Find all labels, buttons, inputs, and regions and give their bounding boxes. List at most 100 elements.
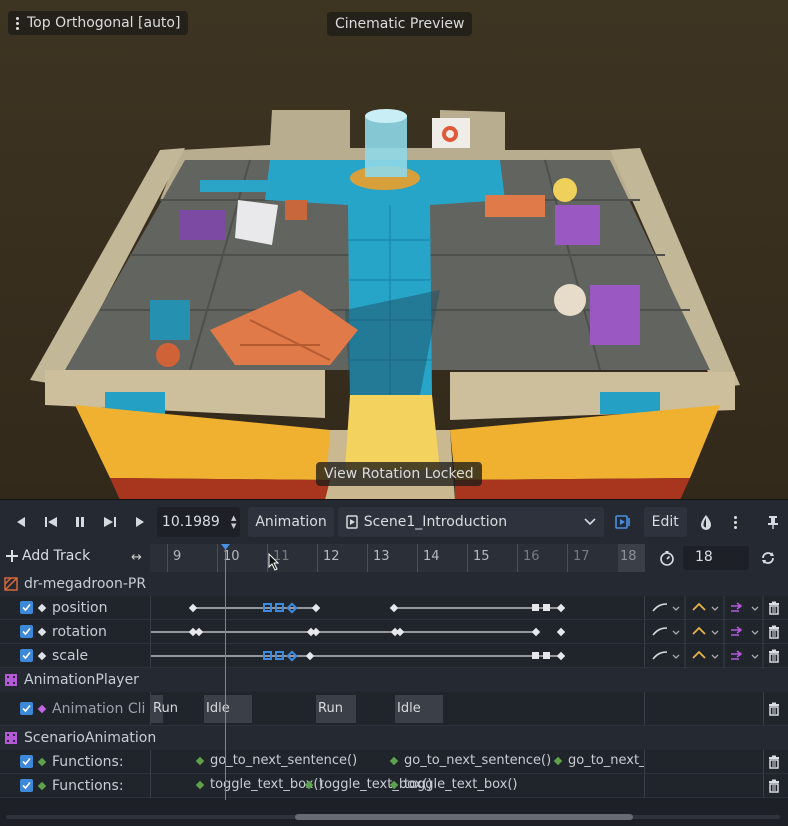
clip-label: Run <box>153 701 178 716</box>
animation-select[interactable]: Scene1_Introduction <box>337 507 604 537</box>
group-node-name: ScenarioAnimation <box>24 730 157 746</box>
track-row-scale[interactable]: scale <box>0 644 788 668</box>
clip-label: Idle <box>397 701 421 716</box>
ruler-tick: 16 <box>517 544 540 572</box>
animation-track-icon <box>37 704 47 713</box>
playhead-line[interactable] <box>225 544 226 800</box>
time-value: 10.1989 <box>161 514 220 530</box>
track-name: Functions: <box>52 753 124 770</box>
more-icon[interactable] <box>721 507 751 537</box>
method-keyframe[interactable]: go_to_next_sentence() <box>389 753 551 768</box>
delete-icon[interactable] <box>767 702 781 716</box>
track-group-node[interactable]: dr-megadroon-PR <box>0 572 788 596</box>
property-track-icon <box>37 627 47 636</box>
animation-menu-button[interactable]: Animation <box>248 507 334 537</box>
track-group-node[interactable]: ScenarioAnimation <box>0 726 788 750</box>
track-enabled-checkbox[interactable] <box>20 779 33 792</box>
add-track-button[interactable]: Add Track <box>6 548 90 564</box>
group-node-name: AnimationPlayer <box>24 672 139 688</box>
pause-icon[interactable] <box>66 507 96 537</box>
track-enabled-checkbox[interactable] <box>20 625 33 638</box>
next-keyframe-icon[interactable] <box>95 507 125 537</box>
method-keyframe[interactable]: go_to_next_sentence() <box>195 753 357 768</box>
track-enabled-checkbox[interactable] <box>20 702 33 715</box>
autoplay-icon[interactable] <box>608 507 638 537</box>
onion-skin-icon[interactable] <box>691 507 721 537</box>
property-track-icon <box>37 651 47 660</box>
track-enabled-checkbox[interactable] <box>20 755 33 768</box>
animation-clip[interactable]: Idle <box>395 695 443 723</box>
track-controls <box>645 596 788 620</box>
loop-wrap-button[interactable] <box>727 644 761 668</box>
method-keyframe[interactable]: go_to_next_ <box>553 753 644 768</box>
track-controls <box>645 692 788 725</box>
prev-keyframe-icon[interactable] <box>36 507 66 537</box>
animation-name: Scene1_Introduction <box>363 514 508 530</box>
view-rotation-locked-label: View Rotation Locked <box>316 462 482 486</box>
mouse-cursor-icon <box>268 553 280 571</box>
edit-menu-button[interactable]: Edit <box>643 507 687 537</box>
ruler-tick: 10 <box>217 544 240 572</box>
track-enabled-checkbox[interactable] <box>20 649 33 662</box>
method-keyframe[interactable]: toggle_text_box() <box>389 777 517 792</box>
ruler-tick: 13 <box>367 544 390 572</box>
delete-icon[interactable] <box>767 779 781 793</box>
ruler-tick: 18 <box>620 549 637 564</box>
loop-wrap-button[interactable] <box>727 620 761 644</box>
track-list: dr-megadroon-PR position rotation scale … <box>0 572 788 800</box>
node-icon <box>4 577 18 591</box>
view-menu-button[interactable]: Top Orthogonal [auto] <box>8 11 189 35</box>
play-icon[interactable] <box>125 507 155 537</box>
update-mode-button[interactable] <box>688 620 722 644</box>
pin-icon[interactable] <box>758 507 788 537</box>
update-mode-button[interactable] <box>688 596 722 620</box>
cinematic-preview-label: Cinematic Preview <box>327 12 473 36</box>
3d-viewport[interactable]: Top Orthogonal [auto] Cinematic Preview … <box>0 0 788 500</box>
more-icon <box>16 16 19 30</box>
animation-player-icon <box>5 732 17 744</box>
add-track-label: Add Track <box>22 548 91 564</box>
delete-icon[interactable] <box>767 601 781 615</box>
time-spinbox[interactable]: 10.1989 ▲ ▼ <box>156 507 241 537</box>
track-row-animation-clips[interactable]: Animation Cli Run Idle Run Idle <box>0 692 788 726</box>
track-controls <box>645 750 788 773</box>
track-controls <box>645 774 788 797</box>
animation-clip[interactable]: Idle <box>204 695 252 723</box>
loop-icon[interactable] <box>760 550 776 566</box>
expand-horizontal-icon[interactable]: ↔ <box>131 550 142 565</box>
clip-label: Idle <box>206 701 230 716</box>
method-track-icon <box>37 757 47 766</box>
track-group-node[interactable]: AnimationPlayer <box>0 668 788 692</box>
method-track-icon <box>37 781 47 790</box>
delete-icon[interactable] <box>767 625 781 639</box>
track-enabled-checkbox[interactable] <box>20 601 33 614</box>
animation-length-field[interactable]: 18 <box>683 546 749 570</box>
animation-clip[interactable]: Run <box>151 695 178 723</box>
track-row-functions-2[interactable]: Functions: toggle_text_box() toggle_text… <box>0 774 788 798</box>
track-row-rotation[interactable]: rotation <box>0 620 788 644</box>
interpolation-mode-button[interactable] <box>649 596 683 620</box>
timeline-scrollbar[interactable] <box>0 800 788 826</box>
track-row-functions-1[interactable]: Functions: go_to_next_sentence() go_to_n… <box>0 750 788 774</box>
chevron-down-icon <box>584 518 596 526</box>
animation-clip[interactable]: Run <box>316 695 356 723</box>
spin-arrows-icon[interactable]: ▲ ▼ <box>231 514 236 530</box>
stopwatch-icon[interactable] <box>659 550 675 566</box>
interpolation-mode-button[interactable] <box>649 644 683 668</box>
animation-resource-icon <box>345 515 358 529</box>
ruler-tick: 15 <box>467 544 490 572</box>
update-mode-button[interactable] <box>688 644 722 668</box>
delete-icon[interactable] <box>767 649 781 663</box>
group-node-name: dr-megadroon-PR <box>24 576 147 592</box>
loop-wrap-button[interactable] <box>727 596 761 620</box>
track-name: Functions: <box>52 777 124 794</box>
track-name: position <box>52 599 108 616</box>
play-backwards-icon[interactable] <box>6 507 36 537</box>
track-row-position[interactable]: position <box>0 596 788 620</box>
scrollbar-thumb[interactable] <box>295 814 633 820</box>
interpolation-mode-button[interactable] <box>649 620 683 644</box>
property-track-icon <box>37 603 47 612</box>
clip-label: Run <box>318 701 343 716</box>
scene-render <box>0 0 788 499</box>
delete-icon[interactable] <box>767 755 781 769</box>
